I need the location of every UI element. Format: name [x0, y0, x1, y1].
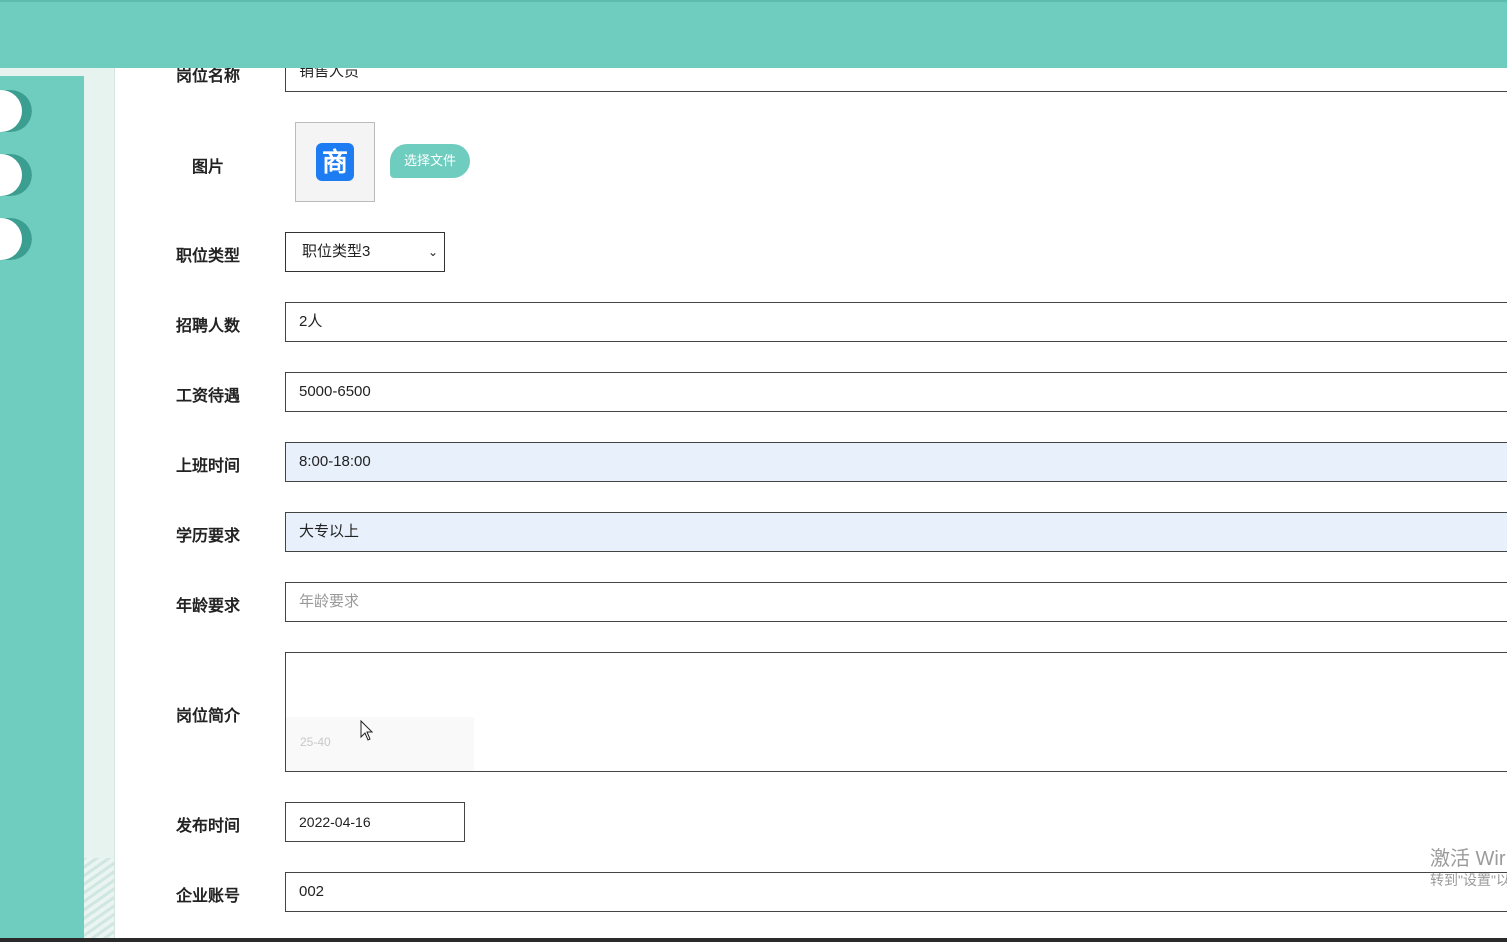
activation-watermark-title: 激活 Wir: [1430, 848, 1506, 870]
description-label: 岗位简介: [175, 708, 240, 725]
salary-input[interactable]: 5000-6500: [285, 372, 1507, 412]
work-hours-label: 上班时间: [175, 458, 240, 475]
education-input[interactable]: 大专以上: [285, 512, 1507, 552]
choose-file-button[interactable]: 选择文件: [390, 144, 470, 178]
job-form-panel: 岗位名称 销售人员 图片 商 选择文件 职位类型 职位类型3 ⌄ 招聘人数 2人…: [114, 52, 1507, 940]
job-type-select[interactable]: 职位类型3 ⌄: [285, 232, 445, 272]
image-label: 图片: [191, 159, 224, 176]
company-account-input[interactable]: 002: [285, 872, 1507, 912]
publish-date-input[interactable]: 2022-04-16: [285, 802, 465, 842]
autocomplete-suggestion[interactable]: 25-40: [286, 717, 474, 771]
job-type-selected-value: 职位类型3: [302, 243, 371, 260]
headcount-label: 招聘人数: [175, 318, 240, 335]
job-type-label: 职位类型: [175, 248, 240, 265]
activation-watermark-subtitle: 转到"设置"以: [1430, 872, 1507, 888]
sidebar: [0, 76, 84, 942]
decorative-stripes: [84, 858, 114, 942]
taskbar-edge: [0, 938, 1507, 942]
image-preview: 商: [295, 122, 375, 202]
publish-date-label: 发布时间: [175, 818, 240, 835]
sidebar-nav-item-1[interactable]: [0, 90, 32, 132]
description-textarea[interactable]: 25-40: [285, 652, 1507, 772]
app-window: 岗位名称 销售人员 图片 商 选择文件 职位类型 职位类型3 ⌄ 招聘人数 2人…: [0, 0, 1507, 942]
sidebar-nav-item-3[interactable]: [0, 218, 32, 260]
shop-logo-icon: 商: [316, 143, 354, 181]
education-label: 学历要求: [175, 528, 240, 545]
salary-label: 工资待遇: [175, 388, 240, 405]
headcount-input[interactable]: 2人: [285, 302, 1507, 342]
mouse-cursor-icon: [360, 720, 374, 741]
age-input[interactable]: 年龄要求: [285, 582, 1507, 622]
work-hours-input[interactable]: 8:00-18:00: [285, 442, 1507, 482]
sidebar-nav-item-2[interactable]: [0, 154, 32, 196]
age-label: 年龄要求: [175, 598, 240, 615]
sidebar-divider: [84, 66, 114, 942]
top-header-bar: [0, 0, 1507, 68]
chevron-down-icon: ⌄: [427, 245, 438, 259]
company-account-label: 企业账号: [175, 888, 240, 905]
